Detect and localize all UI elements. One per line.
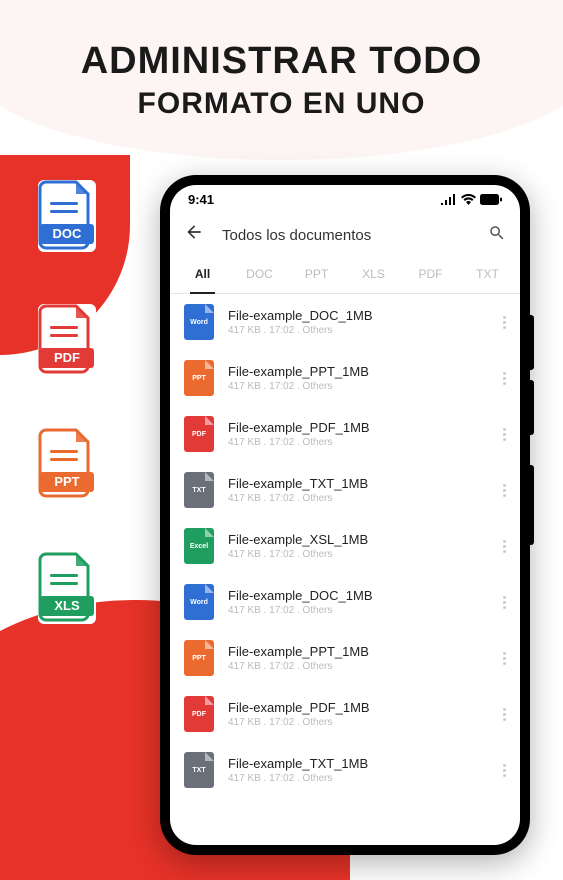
file-meta: 417 KB . 17:02 . Others [228,437,489,448]
file-info: File-example_PDF_1MB 417 KB . 17:02 . Ot… [228,420,489,448]
file-type-icon-pdf: PDF [184,696,214,732]
file-row[interactable]: Word File-example_DOC_1MB 417 KB . 17:02… [170,294,520,350]
more-options-icon[interactable] [503,652,506,665]
file-meta: 417 KB . 17:02 . Others [228,325,489,336]
phone-volume-up [530,315,534,370]
file-meta: 417 KB . 17:02 . Others [228,493,489,504]
tab-txt[interactable]: TXT [459,257,516,293]
file-meta: 417 KB . 17:02 . Others [228,717,489,728]
filter-tabs: AllDOCPPTXLSPDFTXT [170,257,520,294]
format-icon-xls: XLS [38,552,96,624]
file-type-icon-ppt: PPT [184,360,214,396]
page-title: Todos los documentos [222,227,470,244]
file-info: File-example_XSL_1MB 417 KB . 17:02 . Ot… [228,532,489,560]
file-name: File-example_TXT_1MB [228,476,489,491]
file-meta: 417 KB . 17:02 . Others [228,381,489,392]
file-info: File-example_TXT_1MB 417 KB . 17:02 . Ot… [228,476,489,504]
format-icon-pdf: PDF [38,304,96,376]
svg-text:PDF: PDF [54,350,80,365]
back-arrow-icon[interactable] [184,222,204,248]
file-info: File-example_PPT_1MB 417 KB . 17:02 . Ot… [228,644,489,672]
headline-line1: ADMINISTRAR TODO [0,40,563,83]
signal-icon [441,194,457,205]
file-row[interactable]: TXT File-example_TXT_1MB 417 KB . 17:02 … [170,462,520,518]
phone-mockup: 9:41 Todos los documentos AllDOCPPTXLSPD… [160,175,530,855]
file-type-icon-excel: Excel [184,528,214,564]
wifi-icon [461,194,476,205]
status-icons [441,194,502,205]
more-options-icon[interactable] [503,484,506,497]
file-name: File-example_DOC_1MB [228,588,489,603]
svg-text:PPT: PPT [54,474,79,489]
more-options-icon[interactable] [503,708,506,721]
file-name: File-example_PDF_1MB [228,700,489,715]
more-options-icon[interactable] [503,316,506,329]
tab-doc[interactable]: DOC [231,257,288,293]
file-row[interactable]: Word File-example_DOC_1MB 417 KB . 17:02… [170,574,520,630]
format-icon-ppt: PPT [38,428,96,500]
file-meta: 417 KB . 17:02 . Others [228,661,489,672]
tab-xls[interactable]: XLS [345,257,402,293]
phone-power-button [530,465,534,545]
file-info: File-example_DOC_1MB 417 KB . 17:02 . Ot… [228,588,489,616]
file-name: File-example_PDF_1MB [228,420,489,435]
more-options-icon[interactable] [503,540,506,553]
status-bar: 9:41 [170,185,520,213]
phone-volume-down [530,380,534,435]
file-type-icon-word: Word [184,584,214,620]
more-options-icon[interactable] [503,372,506,385]
file-type-icon-ppt: PPT [184,640,214,676]
battery-icon [480,194,502,205]
file-type-icon-pdf: PDF [184,416,214,452]
phone-screen: 9:41 Todos los documentos AllDOCPPTXLSPD… [170,185,520,845]
svg-text:XLS: XLS [54,598,80,613]
file-type-icon-word: Word [184,304,214,340]
file-info: File-example_PDF_1MB 417 KB . 17:02 . Ot… [228,700,489,728]
file-name: File-example_PPT_1MB [228,644,489,659]
headline: ADMINISTRAR TODO FORMATO EN UNO [0,0,563,121]
file-row[interactable]: PPT File-example_PPT_1MB 417 KB . 17:02 … [170,350,520,406]
file-list: Word File-example_DOC_1MB 417 KB . 17:02… [170,294,520,845]
file-meta: 417 KB . 17:02 . Others [228,773,489,784]
status-time: 9:41 [188,192,214,207]
headline-line2: FORMATO EN UNO [0,87,563,121]
tab-ppt[interactable]: PPT [288,257,345,293]
more-options-icon[interactable] [503,596,506,609]
file-info: File-example_PPT_1MB 417 KB . 17:02 . Ot… [228,364,489,392]
file-meta: 417 KB . 17:02 . Others [228,605,489,616]
more-options-icon[interactable] [503,764,506,777]
file-row[interactable]: TXT File-example_TXT_1MB 417 KB . 17:02 … [170,742,520,798]
side-format-icons: DOC PDF PPT XLS [38,180,96,624]
file-row[interactable]: PDF File-example_PDF_1MB 417 KB . 17:02 … [170,686,520,742]
more-options-icon[interactable] [503,428,506,441]
file-name: File-example_DOC_1MB [228,308,489,323]
file-name: File-example_PPT_1MB [228,364,489,379]
search-icon[interactable] [488,224,506,247]
tab-all[interactable]: All [174,257,231,293]
file-type-icon-txt: TXT [184,752,214,788]
file-name: File-example_XSL_1MB [228,532,489,547]
file-row[interactable]: PPT File-example_PPT_1MB 417 KB . 17:02 … [170,630,520,686]
file-name: File-example_TXT_1MB [228,756,489,771]
file-row[interactable]: Excel File-example_XSL_1MB 417 KB . 17:0… [170,518,520,574]
file-meta: 417 KB . 17:02 . Others [228,549,489,560]
tab-pdf[interactable]: PDF [402,257,459,293]
file-info: File-example_DOC_1MB 417 KB . 17:02 . Ot… [228,308,489,336]
format-icon-doc: DOC [38,180,96,252]
file-row[interactable]: PDF File-example_PDF_1MB 417 KB . 17:02 … [170,406,520,462]
app-header: Todos los documentos [170,213,520,257]
file-type-icon-txt: TXT [184,472,214,508]
svg-text:DOC: DOC [53,226,83,241]
file-info: File-example_TXT_1MB 417 KB . 17:02 . Ot… [228,756,489,784]
